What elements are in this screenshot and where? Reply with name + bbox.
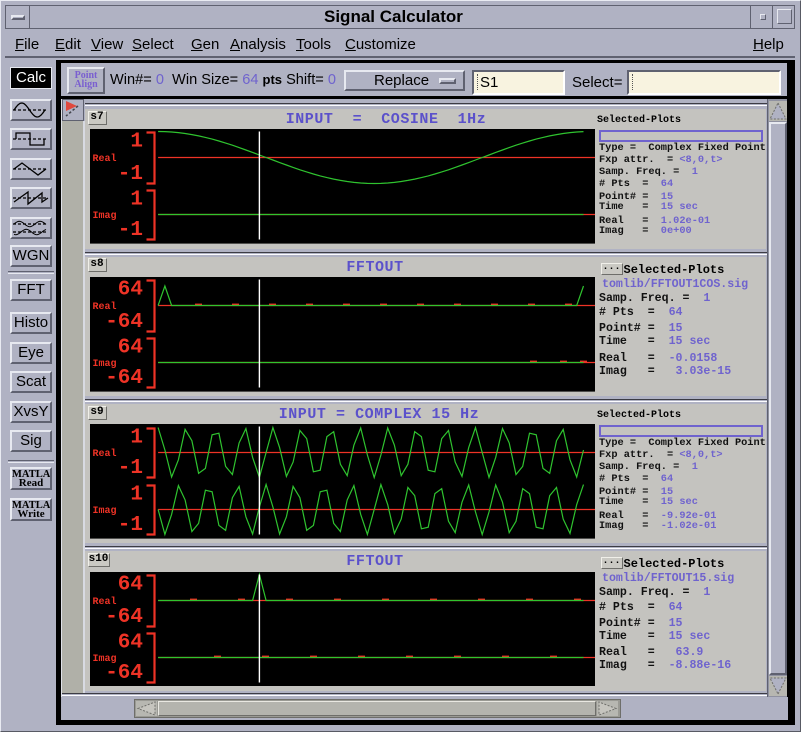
svg-text:1: 1 [130, 483, 143, 506]
svg-text:Imag: Imag [92, 211, 116, 222]
svg-text:-64: -64 [105, 311, 143, 334]
svg-text:1: 1 [130, 189, 143, 212]
svg-text:Real: Real [92, 596, 116, 608]
svg-text:64: 64 [117, 336, 142, 359]
svg-text:-1: -1 [117, 219, 142, 242]
svg-text:-64: -64 [105, 367, 143, 390]
svg-text:1: 1 [130, 426, 143, 449]
svg-text:Imag: Imag [92, 654, 116, 665]
svg-text:-1: -1 [117, 457, 142, 480]
svg-text:Imag: Imag [92, 506, 116, 517]
svg-text:64: 64 [117, 631, 142, 654]
svg-text:Imag: Imag [92, 359, 116, 370]
svg-text:-64: -64 [105, 606, 143, 629]
svg-text:-1: -1 [117, 163, 142, 186]
svg-text:Real: Real [92, 448, 116, 460]
svg-text:-1: -1 [117, 514, 142, 537]
svg-text:64: 64 [117, 573, 142, 596]
svg-text:-64: -64 [105, 662, 143, 685]
svg-text:Real: Real [92, 301, 116, 313]
svg-text:64: 64 [117, 278, 142, 301]
svg-text:1: 1 [130, 131, 143, 154]
svg-text:Real: Real [92, 153, 116, 165]
